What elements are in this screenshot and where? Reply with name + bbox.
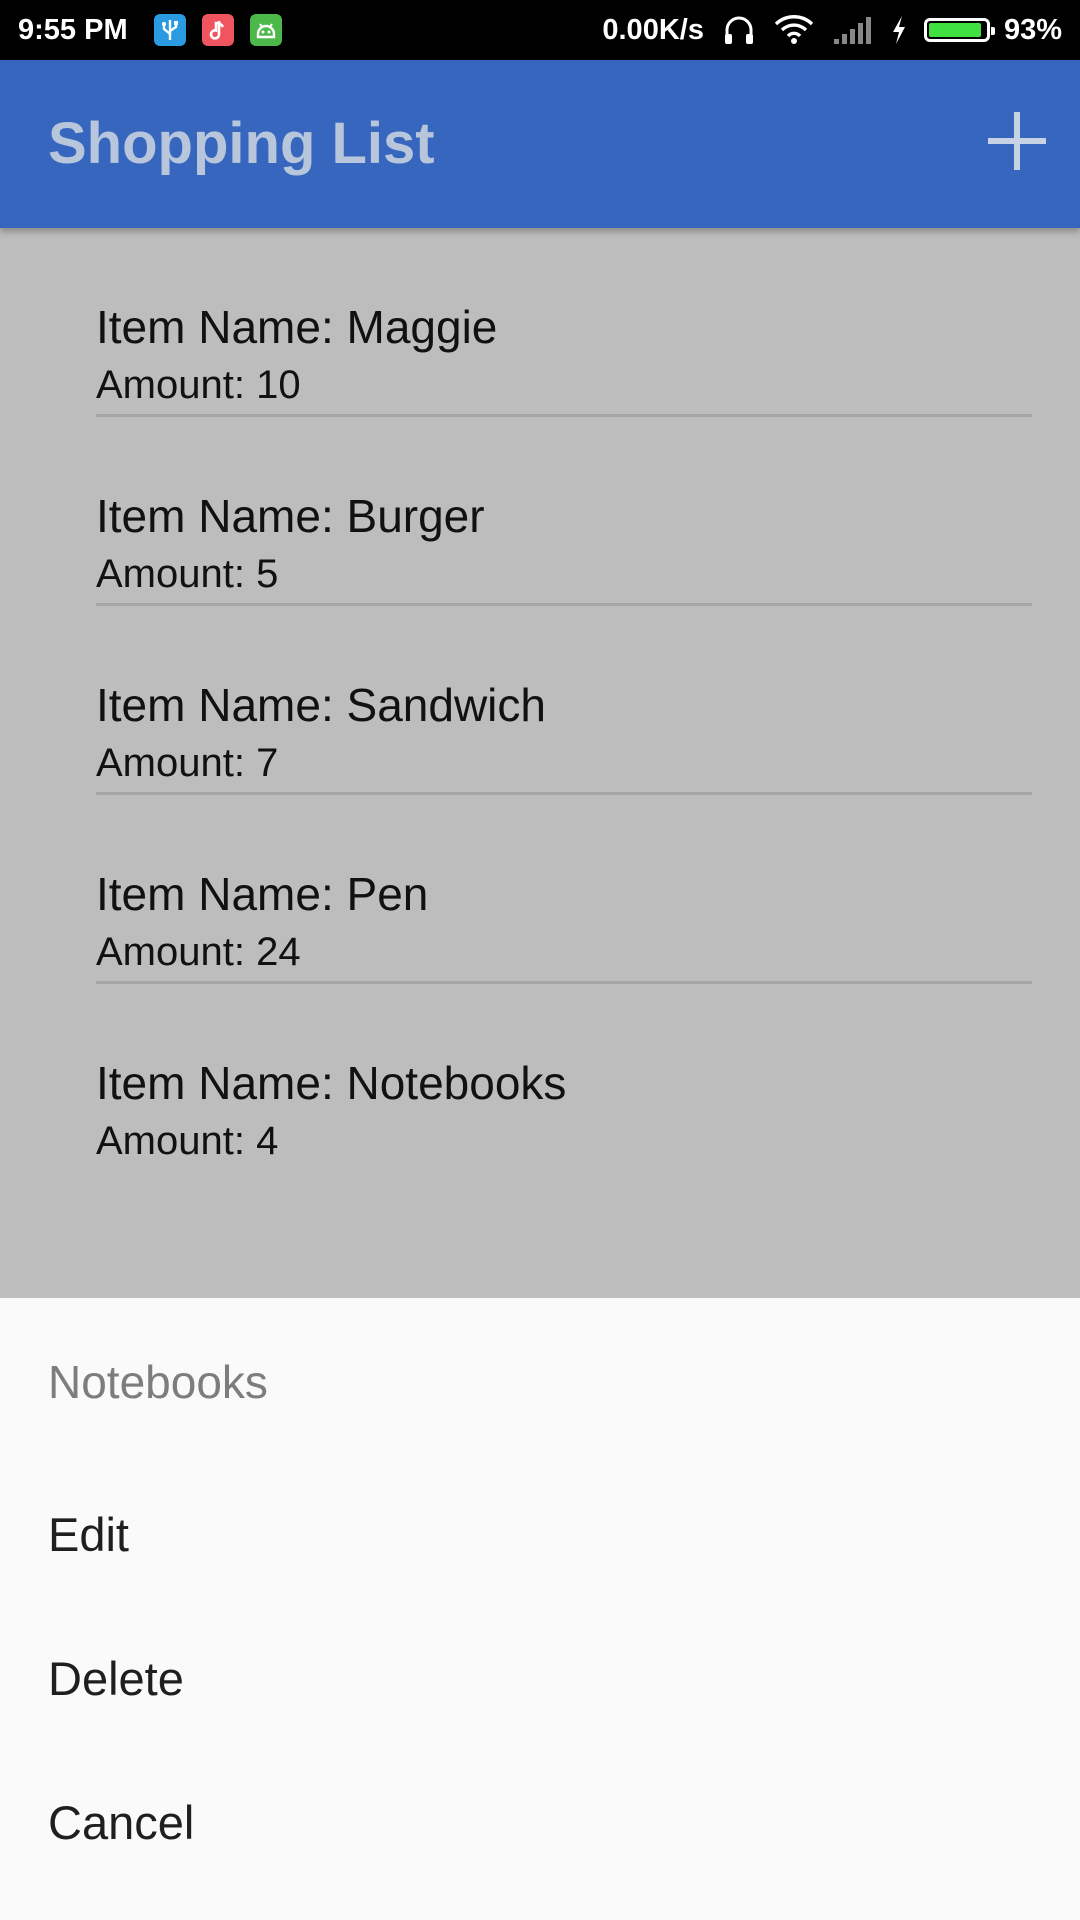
battery-icon (923, 18, 995, 42)
context-menu-sheet: Notebooks Edit Delete Cancel (0, 1298, 1080, 1920)
page-title: Shopping List (48, 111, 435, 176)
battery-percent: 93% (1003, 13, 1062, 46)
status-right: 0.00K/s 93% (602, 14, 1062, 47)
battery-fill (928, 23, 982, 37)
item-amount: Amount: 10 (96, 363, 301, 407)
shopping-list: Item Name: Maggie Amount: 10 Item Name: … (96, 228, 1032, 1173)
wifi-icon (774, 15, 814, 45)
status-left: 9:55 PM (18, 14, 282, 47)
app-bar: Shopping List (0, 60, 1080, 228)
item-name: Item Name: Notebooks (96, 1057, 567, 1109)
list-item[interactable]: Item Name: Maggie Amount: 10 (96, 228, 1032, 417)
item-name: Item Name: Pen (96, 868, 429, 920)
item-name: Item Name: Burger (96, 490, 485, 542)
status-bar: 9:55 PM 0.00K/s 93% (0, 0, 1080, 60)
screen: 9:55 PM 0.00K/s 93% Shopping List Item N… (0, 0, 1080, 1920)
item-name: Item Name: Sandwich (96, 679, 546, 731)
item-amount: Amount: 5 (96, 552, 279, 596)
plus-icon-vertical (1014, 112, 1020, 170)
list-item[interactable]: Item Name: Pen Amount: 24 (96, 795, 1032, 984)
edit-option[interactable]: Edit (0, 1474, 1080, 1594)
context-menu-title: Notebooks (48, 1356, 268, 1408)
usb-icon (153, 14, 186, 46)
item-amount: Amount: 7 (96, 741, 279, 785)
signal-icon (832, 15, 872, 45)
network-speed: 0.00K/s (602, 13, 704, 46)
list-item[interactable]: Item Name: Notebooks Amount: 4 (96, 984, 1032, 1173)
charging-icon (890, 15, 908, 45)
add-item-button[interactable] (988, 112, 1046, 170)
status-time: 9:55 PM (18, 13, 128, 46)
cancel-option[interactable]: Cancel (0, 1762, 1080, 1882)
item-amount: Amount: 4 (96, 1119, 279, 1163)
item-amount: Amount: 24 (96, 930, 301, 974)
delete-option[interactable]: Delete (0, 1618, 1080, 1738)
list-item[interactable]: Item Name: Burger Amount: 5 (96, 417, 1032, 606)
list-item[interactable]: Item Name: Sandwich Amount: 7 (96, 606, 1032, 795)
android-icon (249, 14, 282, 46)
headphones-icon (722, 14, 756, 46)
music-icon (201, 14, 234, 46)
item-name: Item Name: Maggie (96, 301, 498, 353)
